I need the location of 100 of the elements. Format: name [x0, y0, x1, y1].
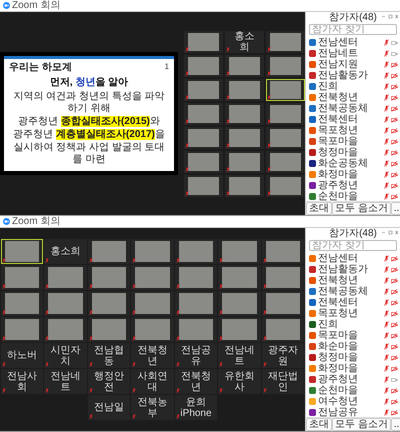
muted-mic-icon [88, 258, 93, 263]
video-placeholder [222, 319, 257, 340]
participant-row[interactable]: 진희 [306, 319, 400, 330]
participant-row[interactable]: 화순공동체 [306, 158, 400, 169]
participant-row[interactable]: 순천마을 [306, 385, 400, 396]
participant-name: 전남일 [94, 402, 124, 413]
panel-button[interactable]: 초대 [306, 202, 332, 215]
panel-button[interactable]: 모두 음소거 [332, 202, 391, 215]
participant-row[interactable]: 목포마을 [306, 136, 400, 147]
participant-row[interactable]: 전북청년 [306, 275, 400, 286]
window-controls-icon[interactable] [381, 230, 399, 235]
muted-mic-icon [226, 142, 230, 148]
participant-name: 순천마을 [318, 191, 359, 201]
participant-row[interactable]: 화정마을 [306, 363, 400, 374]
participant-row[interactable]: 전북공동체 [306, 103, 400, 114]
video-placeholder [229, 152, 260, 170]
participant-name: 전남협동 [93, 344, 125, 366]
muted-mic-icon [384, 409, 389, 416]
participant-name: 화정마을 [318, 363, 359, 374]
muted-mic-icon [384, 321, 389, 328]
video-placeholder [188, 128, 219, 146]
participant-row[interactable]: 전북공동체 [306, 286, 400, 297]
muted-mic-icon [185, 46, 189, 52]
panel-title: 참가자(48) [329, 12, 377, 23]
participant-name: 광주청년 [318, 180, 359, 191]
window-title: Zoom 회의 [12, 0, 60, 11]
participant-name: 전북공동체 [318, 286, 369, 297]
participant-name: 목포청년 [318, 125, 359, 136]
participant-row[interactable]: 전남활동가 [306, 264, 400, 275]
participant-row[interactable]: 광주청년 [306, 374, 400, 385]
panel-button[interactable]: 모두 음소거 [332, 418, 391, 431]
participant-row[interactable]: 전북센터 [306, 297, 400, 308]
participant-row[interactable]: 목포청년 [306, 308, 400, 319]
participant-row[interactable]: 청정마을 [306, 352, 400, 363]
video-placeholder [270, 56, 301, 74]
muted-mic-icon [2, 258, 6, 263]
video-placeholder [4, 241, 40, 262]
participant-row[interactable]: 여수청년 [306, 396, 400, 407]
video-placeholder [4, 267, 40, 288]
muted-mic-icon [2, 310, 6, 315]
participant-row[interactable]: 전북청년 [306, 92, 400, 103]
muted-mic-icon [45, 362, 50, 367]
muted-mic-icon [219, 284, 224, 289]
window-controls-icon[interactable] [381, 14, 399, 19]
participant-name: 전북청년 [136, 344, 168, 366]
video-placeholder [178, 241, 214, 262]
participant-row[interactable]: 진희 [306, 81, 400, 92]
muted-mic-icon [226, 70, 230, 76]
panel-button[interactable]: ... [390, 418, 400, 431]
participant-row[interactable]: 전남지원 [306, 59, 400, 70]
participant-row[interactable]: 광주청년 [306, 180, 400, 191]
participant-name: 화순마을 [318, 341, 359, 352]
muted-mic-icon [267, 70, 271, 76]
participant-row[interactable]: 전북센터 [306, 114, 400, 125]
participant-name: 전남센터 [318, 37, 359, 48]
panel-button[interactable]: 초대 [306, 418, 332, 431]
participant-row[interactable]: 목포마을 [306, 330, 400, 341]
muted-mic-icon [384, 149, 389, 156]
muted-mic-icon [219, 310, 224, 315]
muted-mic-icon [176, 414, 180, 419]
participant-row[interactable]: 화정마을 [306, 169, 400, 180]
muted-mic-icon [226, 190, 230, 196]
video-placeholder [270, 80, 301, 98]
muted-mic-icon [185, 94, 189, 100]
panel-title: 참가자(48) [329, 228, 377, 239]
muted-mic-icon [384, 61, 389, 68]
panel-button[interactable]: ... [390, 202, 400, 215]
video-placeholder [266, 319, 300, 340]
slide-text: 지역의 여건과 청년의 특성을 파악하기 위해 [12, 91, 166, 115]
muted-mic-icon [384, 288, 389, 295]
participant-name: 목포마을 [318, 136, 359, 147]
video-placeholder [270, 32, 301, 50]
muted-mic-icon [267, 190, 271, 196]
muted-mic-icon [384, 310, 389, 317]
muted-mic-icon [384, 376, 389, 383]
video-placeholder [92, 241, 126, 262]
participant-row[interactable]: 전남센터 [306, 253, 400, 264]
muted-mic-icon [384, 365, 389, 372]
participant-name: 전북청년 [318, 275, 359, 286]
participant-name: 순천마을 [318, 385, 359, 396]
muted-mic-icon [176, 388, 180, 393]
video-placeholder [178, 293, 214, 314]
participant-row[interactable]: 목포청년 [306, 125, 400, 136]
video-placeholder [135, 293, 170, 314]
participant-row[interactable]: 전남네트 [306, 48, 400, 59]
participant-row[interactable]: 전남활동가 [306, 70, 400, 81]
muted-mic-icon [219, 258, 224, 263]
participant-row[interactable]: 전남공유 [306, 407, 400, 417]
participant-row[interactable]: 전남센터 [306, 37, 400, 48]
participant-name: 목포마을 [318, 330, 359, 341]
muted-mic-icon [384, 266, 389, 273]
muted-mic-icon [88, 284, 93, 289]
participant-row[interactable]: 화순마을 [306, 341, 400, 352]
muted-mic-icon [384, 277, 389, 284]
participant-row[interactable]: 청정마을 [306, 147, 400, 158]
muted-mic-icon [219, 388, 224, 393]
participant-row[interactable]: 순천마을 [306, 191, 400, 201]
muted-mic-icon [185, 118, 189, 124]
slide-text: 광주청년 종합실태조사(2015)와 [17, 116, 161, 128]
muted-mic-icon [132, 414, 136, 419]
